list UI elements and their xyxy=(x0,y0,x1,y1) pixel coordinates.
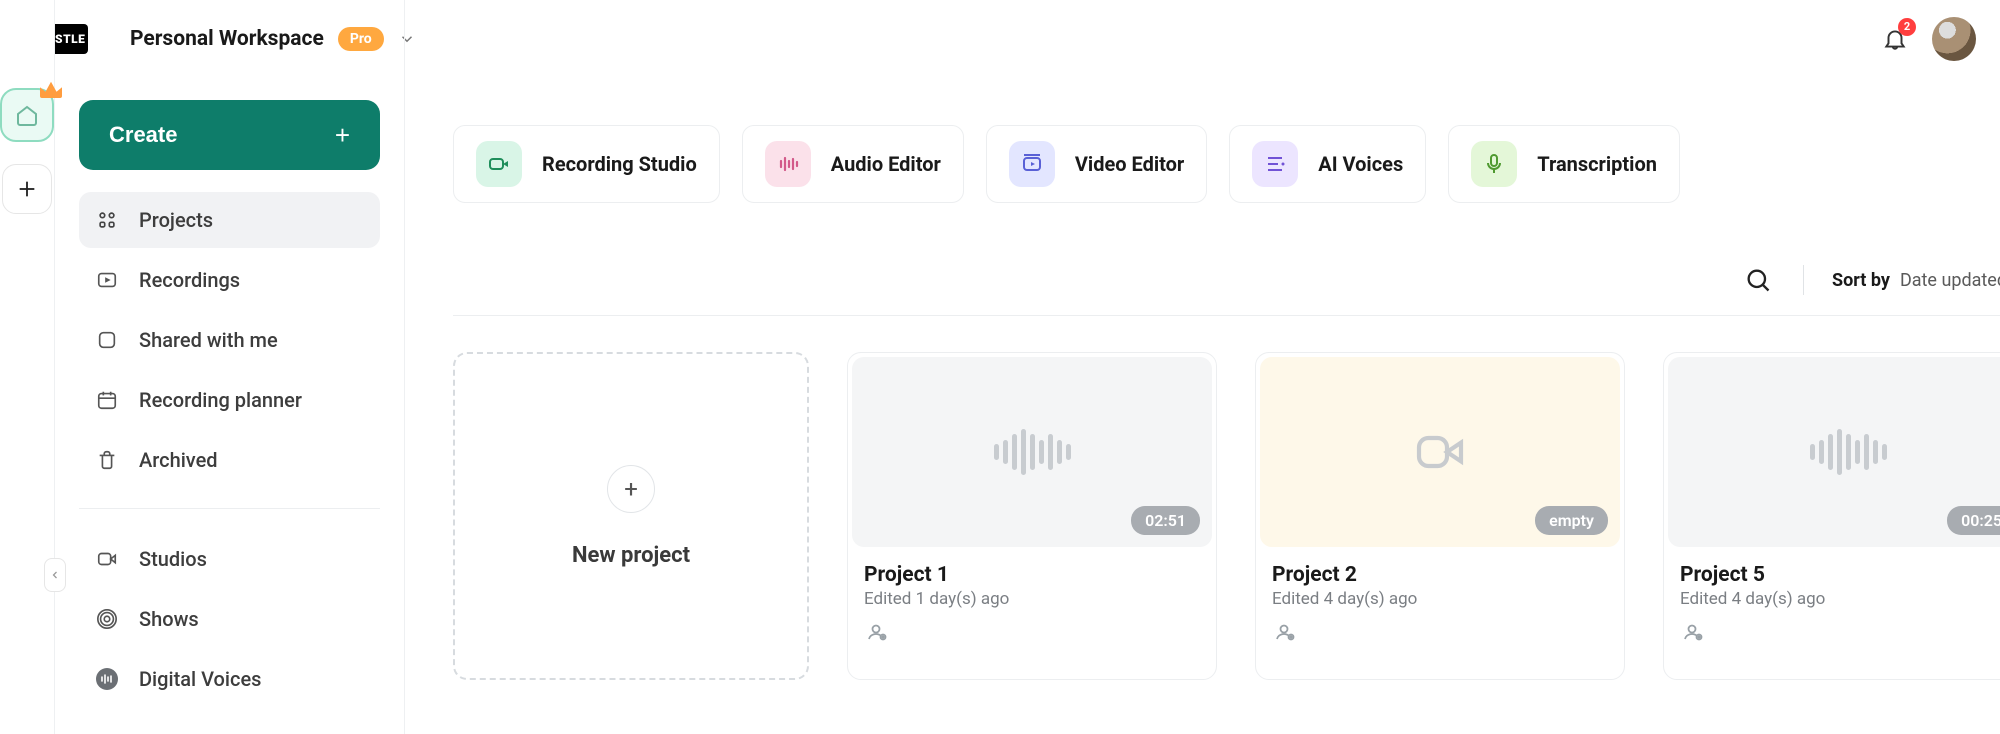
trash-icon xyxy=(95,448,119,472)
project-thumbnail: empty xyxy=(1260,357,1620,547)
sidebar-item-projects[interactable]: Projects xyxy=(79,192,380,248)
tool-audio-editor[interactable]: Audio Editor xyxy=(742,125,964,203)
mic-icon xyxy=(1471,141,1517,187)
project-title: Project 1 xyxy=(848,551,1216,589)
new-project-label: New project xyxy=(572,543,690,568)
left-rail xyxy=(0,0,55,734)
grid-icon xyxy=(95,208,119,232)
search-button[interactable] xyxy=(1741,263,1775,297)
tool-label: AI Voices xyxy=(1318,152,1403,176)
wave-icon xyxy=(765,141,811,187)
studio-icon xyxy=(95,547,119,571)
camera-icon xyxy=(476,141,522,187)
tool-transcription[interactable]: Transcription xyxy=(1448,125,1680,203)
project-subtitle: Edited 4 day(s) ago xyxy=(1256,589,1624,619)
sidebar-item-recordings[interactable]: Recordings xyxy=(79,252,380,308)
sidebar-item-label: Studios xyxy=(139,547,207,571)
share-icon xyxy=(95,328,119,352)
share-project-button[interactable] xyxy=(848,619,1216,657)
ai-icon xyxy=(1252,141,1298,187)
voices-icon xyxy=(95,667,119,691)
player-icon xyxy=(1009,141,1055,187)
project-card[interactable]: empty Project 2Edited 4 day(s) ago xyxy=(1255,352,1625,680)
project-card[interactable]: 00:25 Project 5Edited 4 day(s) ago xyxy=(1663,352,2000,680)
shows-icon xyxy=(95,607,119,631)
plus-icon: + xyxy=(607,465,655,513)
project-subtitle: Edited 1 day(s) ago xyxy=(848,589,1216,619)
share-project-button[interactable] xyxy=(1256,619,1624,657)
sidebar-item-shared-with-me[interactable]: Shared with me xyxy=(79,312,380,368)
tool-ai-voices[interactable]: AI Voices xyxy=(1229,125,1426,203)
vertical-divider xyxy=(1803,265,1804,295)
plus-icon: + xyxy=(335,120,350,151)
project-subtitle: Edited 4 day(s) ago xyxy=(1664,589,2000,619)
duration-badge: empty xyxy=(1535,506,1608,535)
duration-badge: 00:25 xyxy=(1947,506,2000,535)
sidebar-item-label: Recording planner xyxy=(139,388,302,412)
sidebar-item-label: Digital Voices xyxy=(139,667,261,691)
waveform-icon xyxy=(1810,429,1887,475)
sidebar-item-label: Recordings xyxy=(139,268,240,292)
sidebar-item-shows[interactable]: Shows xyxy=(79,591,380,647)
sort-label: Sort by xyxy=(1832,270,1890,291)
new-project-card[interactable]: + New project xyxy=(453,352,809,680)
rec-icon xyxy=(95,268,119,292)
waveform-icon xyxy=(994,429,1071,475)
collapse-sidebar-button[interactable] xyxy=(44,558,66,592)
main-content: Recording Studio Audio Editor Video Editor… xyxy=(405,0,2000,734)
sidebar-item-label: Shared with me xyxy=(139,328,278,352)
sidebar-item-digital-voices[interactable]: Digital Voices xyxy=(79,651,380,707)
calendar-icon xyxy=(95,388,119,412)
tool-video-editor[interactable]: Video Editor xyxy=(986,125,1207,203)
sidebar-divider xyxy=(79,508,380,509)
project-card[interactable]: 02:51 Project 1Edited 1 day(s) ago xyxy=(847,352,1217,680)
project-title: Project 2 xyxy=(1256,551,1624,589)
create-button[interactable]: Create + xyxy=(79,100,380,170)
tool-label: Transcription xyxy=(1537,152,1657,176)
tool-label: Audio Editor xyxy=(831,152,941,176)
sidebar-item-recording-planner[interactable]: Recording planner xyxy=(79,372,380,428)
share-project-button[interactable] xyxy=(1664,619,2000,657)
rail-home-button[interactable] xyxy=(0,88,54,142)
tool-recording-studio[interactable]: Recording Studio xyxy=(453,125,720,203)
project-thumbnail: 00:25 xyxy=(1668,357,2000,547)
sort-selector[interactable]: Sort by Date updated xyxy=(1832,270,2000,291)
project-thumbnail: 02:51 xyxy=(852,357,1212,547)
video-icon xyxy=(1412,424,1468,480)
sort-value: Date updated xyxy=(1900,270,2000,291)
sidebar-item-archived[interactable]: Archived xyxy=(79,432,380,488)
sidebar-item-studios[interactable]: Studios xyxy=(79,531,380,587)
rail-new-button[interactable] xyxy=(2,164,52,214)
sidebar: Create + Projects Recordings Shared with m… xyxy=(55,0,405,734)
duration-badge: 02:51 xyxy=(1131,506,1200,535)
create-label: Create xyxy=(109,122,177,148)
tool-label: Recording Studio xyxy=(542,152,697,176)
project-title: Project 5 xyxy=(1664,551,2000,589)
tool-label: Video Editor xyxy=(1075,152,1184,176)
sidebar-item-label: Shows xyxy=(139,607,199,631)
sidebar-item-label: Projects xyxy=(139,208,213,232)
sidebar-item-label: Archived xyxy=(139,448,218,472)
